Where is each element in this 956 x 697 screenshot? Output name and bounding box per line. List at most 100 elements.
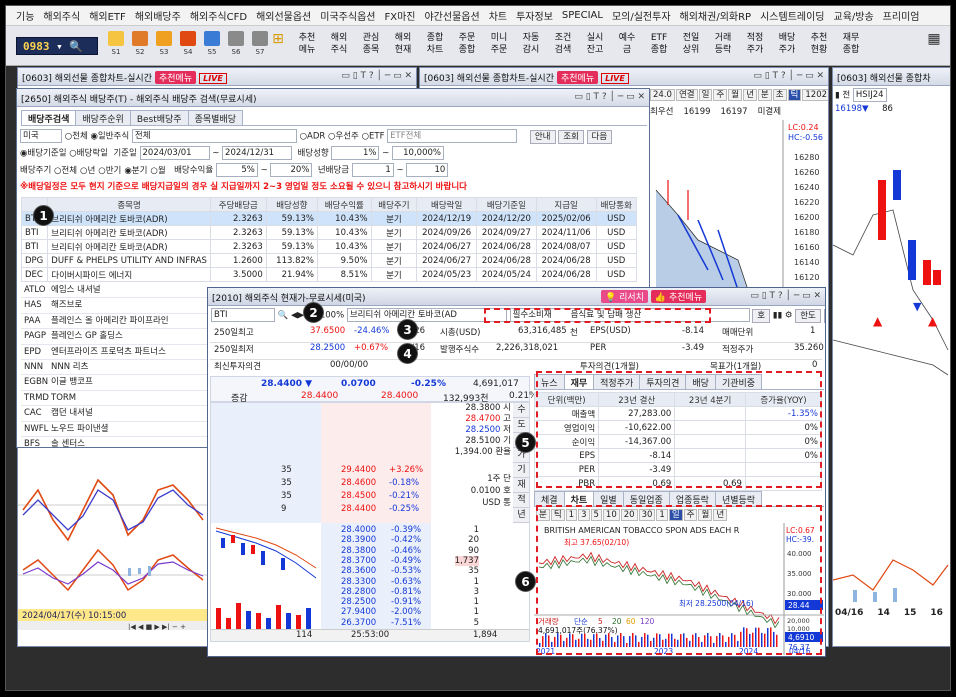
tab-chart-5[interactable]: 년별등락 — [714, 491, 763, 506]
toolbar-menu-2[interactable]: 관심 종목 — [358, 32, 384, 56]
toolbar-menu-3[interactable]: 해외 현재 — [390, 32, 416, 56]
bid-price[interactable]: 28.2500 — [341, 597, 376, 607]
menu-item-6[interactable]: 미국주식옵션 — [320, 8, 375, 23]
period-btn-3[interactable]: 주 — [713, 89, 728, 101]
recommend-menu-button[interactable]: 추천메뉴 — [154, 71, 197, 84]
menu-item-0[interactable]: 기능 — [16, 8, 34, 23]
etf-select[interactable]: ETF전체 — [387, 129, 518, 143]
column-header[interactable]: 배당기준일 — [476, 197, 537, 212]
toolbar-menu-6[interactable]: 미니 주문 — [486, 32, 512, 56]
column-header[interactable]: 배당락일 — [416, 197, 478, 212]
ask-price[interactable]: 28.4400 — [341, 504, 376, 514]
menu-item-7[interactable]: FX마진 — [384, 8, 415, 23]
quote-button[interactable]: 호 — [752, 308, 771, 323]
column-header[interactable]: 종목명 — [47, 197, 211, 212]
toolbar-shortcut-1[interactable]: S1 — [106, 31, 126, 60]
tab-chart-2[interactable]: 일별 — [593, 491, 624, 506]
period-btn-2[interactable]: 일 — [698, 89, 713, 101]
column-header[interactable]: 주당배당금 — [209, 197, 267, 212]
cycle-radio-0[interactable]: ○전체 — [54, 166, 77, 176]
menu-item-5[interactable]: 해외선물옵션 — [256, 8, 311, 23]
radio-common-stock[interactable]: ◉일반주식 — [90, 132, 129, 142]
payout-max-input[interactable]: 10,000% — [391, 146, 444, 160]
toolbar-menu-5[interactable]: 주문 종합 — [454, 32, 480, 56]
toolbar-menu-14[interactable]: 적정 주가 — [742, 32, 768, 56]
menu-item-2[interactable]: 해외ETF — [89, 8, 126, 23]
menu-item-4[interactable]: 해외주식CFD — [190, 8, 247, 23]
period-btn-4[interactable]: 월 — [728, 89, 743, 101]
settings-icon[interactable]: ⚙ — [785, 311, 793, 321]
cycle-radio-1[interactable]: ○년 — [80, 166, 95, 176]
period-btn-1[interactable]: 연결 — [675, 89, 698, 101]
futures-code-field[interactable]: ▮ 전 HSIJ24 — [835, 88, 887, 102]
bid-price[interactable]: 28.3900 — [341, 535, 376, 545]
tab-chart-3[interactable]: 동일업종 — [622, 491, 670, 506]
toolbar-menu-9[interactable]: 실시 잔고 — [582, 32, 608, 56]
cycle-radios[interactable]: ○전체 ○년 ○반기 ◉분기 ○월 — [54, 166, 169, 176]
side-tab-1[interactable]: 도 — [513, 418, 529, 433]
period-btn-5[interactable]: 년 — [743, 89, 757, 101]
toolbar-shortcut-7[interactable]: S7 — [250, 31, 270, 60]
menu-item-10[interactable]: 투자정보 — [516, 8, 553, 23]
toolbar-shortcut-4[interactable]: S4 — [178, 31, 198, 60]
research-button[interactable]: 💡 리서치 — [601, 290, 648, 303]
cycle-radio-3[interactable]: ◉분기 — [124, 166, 147, 176]
table-row[interactable]: DEC 다이버시파이드 에너지 3.5000 21.94% 8.51% 분기 2024/05… — [20, 267, 638, 282]
toolbar-menu-1[interactable]: 해외 주식 — [326, 32, 352, 56]
toolbar-menu-8[interactable]: 조건 검색 — [550, 32, 576, 56]
tab-chart-1[interactable]: 차트 — [563, 491, 595, 506]
toolbar-menu-11[interactable]: ETF 종합 — [646, 32, 672, 56]
symbol-input[interactable]: BTI — [211, 308, 275, 322]
cycle-radio-4[interactable]: ○월 — [150, 166, 165, 176]
table-row[interactable]: BTI 브리티쉬 아메리칸 토바코(ADR) 2.3263 59.13% 10.43% 분… — [20, 225, 638, 240]
bid-price[interactable]: 28.3600 — [341, 566, 376, 576]
window-controls[interactable]: ▭ ▯ T ? │ ─ ▭ ✕ — [574, 92, 645, 102]
column-header[interactable]: 배당통화 — [595, 197, 638, 212]
bid-price[interactable]: 28.4000 — [341, 525, 376, 535]
period-btn-6[interactable]: 분 — [757, 89, 772, 101]
toolbar-shortcut-6[interactable]: S6 — [226, 31, 246, 60]
table-row[interactable]: BTI 브리티쉬 아메리칸 토바코(ADR) 2.3263 59.13% 10.43% 분… — [20, 239, 638, 254]
window-controls[interactable]: ▭ ▯ T ? │ ─ ▭ ✕ — [750, 291, 821, 301]
toolbar-menu-10[interactable]: 예수 금 — [614, 32, 640, 56]
date-to-input[interactable]: 2024/12/31 — [222, 146, 293, 160]
live-button[interactable]: LIVE — [601, 73, 629, 84]
tab-chart-4[interactable]: 업종등락 — [668, 491, 716, 506]
tab-dividend-0[interactable]: 배당주검색 — [21, 110, 77, 125]
payout-min-input[interactable]: 1% — [331, 146, 380, 160]
query-button[interactable]: 조회 — [823, 308, 825, 323]
stock-type-select[interactable]: 전체 — [131, 129, 297, 143]
table-row[interactable]: DPG DUFF & PHELPS UTILITY AND INFRAS 1.260… — [20, 253, 638, 268]
annual-min-input[interactable]: 1 — [351, 163, 394, 177]
market-select[interactable]: 미국 — [20, 129, 62, 143]
toolbar-shortcut-5[interactable]: S5 — [202, 31, 222, 60]
bid-price[interactable]: 28.3300 — [341, 577, 376, 587]
tab-chart-0[interactable]: 체결 — [534, 491, 565, 506]
column-header[interactable]: 배당주기 — [370, 197, 418, 212]
radio-record-date[interactable]: ◉배당기준일 — [20, 149, 67, 159]
bid-price[interactable]: 26.3700 — [341, 618, 376, 628]
menu-item-9[interactable]: 차트 — [489, 8, 507, 23]
side-tab-7[interactable]: 년 — [513, 508, 529, 523]
column-header[interactable]: 배당수익률 — [317, 197, 372, 212]
bid-price[interactable]: 28.3800 — [341, 546, 376, 556]
next-button[interactable]: 다음 — [586, 129, 613, 144]
side-tab-0[interactable]: 수 — [513, 403, 529, 418]
annual-max-input[interactable]: 10 — [406, 163, 449, 177]
tab-dividend-3[interactable]: 종목별배당 — [187, 110, 243, 125]
date-from-input[interactable]: 2024/03/01 — [139, 146, 210, 160]
ask-price[interactable]: 28.4600 — [341, 478, 376, 488]
ask-price[interactable]: 29.4400 — [341, 465, 376, 475]
bid-price[interactable]: 27.9400 — [341, 607, 376, 617]
guide-button[interactable]: 안내 — [529, 129, 556, 144]
side-tab-6[interactable]: 적 — [513, 493, 529, 508]
radio-exdiv-date[interactable]: ○배당락일 — [69, 149, 108, 159]
bid-price[interactable]: 28.3700 — [341, 556, 376, 566]
period-btn-8[interactable]: 틱 — [787, 89, 802, 101]
toolbar-menu-0[interactable]: 추천 메뉴 — [294, 32, 320, 56]
toolbar-menu-13[interactable]: 거래 등락 — [710, 32, 736, 56]
yield-min-input[interactable]: 5% — [215, 163, 258, 177]
live-button[interactable]: LIVE — [199, 73, 227, 84]
column-header[interactable]: 배당성향 — [265, 197, 319, 212]
menu-item-14[interactable]: 시스템트레이딩 — [760, 8, 824, 23]
